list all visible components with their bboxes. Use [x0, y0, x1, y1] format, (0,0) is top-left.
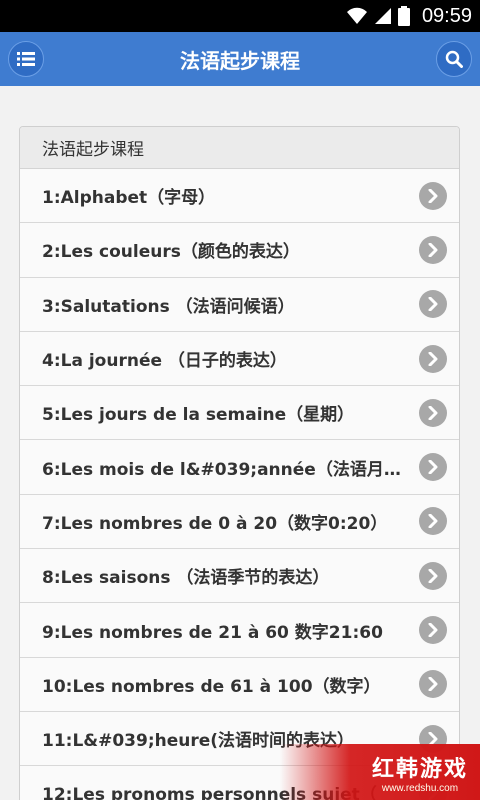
list-item-label: 10:Les nombres de 61 à 100（数字） — [42, 676, 381, 697]
chevron-right-icon — [419, 670, 447, 699]
battery-icon — [397, 6, 410, 26]
chevron-right-icon — [419, 290, 447, 319]
list-menu-icon — [17, 52, 35, 66]
list-item-label: 7:Les nombres de 0 à 20（数字0:20） — [42, 513, 388, 534]
menu-button[interactable] — [8, 41, 44, 77]
chevron-right-icon — [419, 507, 447, 536]
search-icon — [445, 50, 463, 68]
list-item[interactable]: 1:Alphabet（字母） — [20, 169, 459, 224]
list-item-label: 3:Salutations （法语问候语） — [42, 296, 295, 317]
chevron-right-icon — [419, 561, 447, 590]
watermark-url: www.redshu.com — [381, 782, 459, 794]
clock: 09:59 — [421, 4, 472, 27]
list-item[interactable]: 10:Les nombres de 61 à 100（数字） — [20, 657, 459, 712]
list-item-label: 9:Les nombres de 21 à 60 数字21:60 — [42, 622, 383, 643]
list-item[interactable]: 6:Les mois de l&#039;année（法语月... — [20, 440, 459, 495]
page-title: 法语起步课程 — [180, 48, 300, 73]
list-header: 法语起步课程 — [20, 127, 459, 169]
list-item[interactable]: 5:Les jours de la semaine（星期） — [20, 386, 459, 441]
chevron-right-icon — [419, 181, 447, 210]
wifi-icon — [346, 7, 367, 24]
lesson-list-card: 法语起步课程 1:Alphabet（字母） 2:Les couleurs（颜色的表… — [19, 126, 460, 800]
chevron-right-icon — [419, 398, 447, 427]
list-item[interactable]: 4:La journée （日子的表达） — [20, 331, 459, 387]
watermark: 红韩游戏 www.redshu.com — [280, 744, 480, 800]
list-item-label: 5:Les jours de la semaine（星期） — [42, 405, 355, 426]
lesson-list: 1:Alphabet（字母） 2:Les couleurs（颜色的表达） 3:Sal… — [20, 169, 459, 800]
list-item-label: 1:Alphabet（字母） — [42, 188, 216, 209]
chevron-right-icon — [419, 344, 447, 373]
watermark-text: 红韩游戏 — [371, 756, 468, 782]
list-item[interactable]: 8:Les saisons （法语季节的表达） — [20, 549, 459, 604]
status-bar: 09:59 — [0, 0, 480, 32]
signal-icon — [374, 8, 391, 24]
list-item[interactable]: 7:Les nombres de 0 à 20（数字0:20） — [20, 494, 459, 550]
list-item-label: 4:La journée （日子的表达） — [42, 351, 287, 372]
app-bar: 法语起步课程 — [0, 32, 480, 86]
list-item-label: 2:Les couleurs（颜色的表达） — [42, 242, 300, 263]
search-button[interactable] — [436, 41, 472, 77]
chevron-right-icon — [419, 453, 447, 482]
list-item[interactable]: 3:Salutations （法语问候语） — [20, 277, 459, 332]
chevron-right-icon — [419, 616, 447, 645]
list-item-label: 8:Les saisons （法语季节的表达） — [42, 568, 330, 589]
list-item[interactable]: 9:Les nombres de 21 à 60 数字21:60 — [20, 603, 459, 658]
list-item[interactable]: 2:Les couleurs（颜色的表达） — [20, 223, 459, 278]
list-item-label: 6:Les mois de l&#039;année（法语月... — [42, 459, 402, 480]
chevron-right-icon — [419, 235, 447, 264]
